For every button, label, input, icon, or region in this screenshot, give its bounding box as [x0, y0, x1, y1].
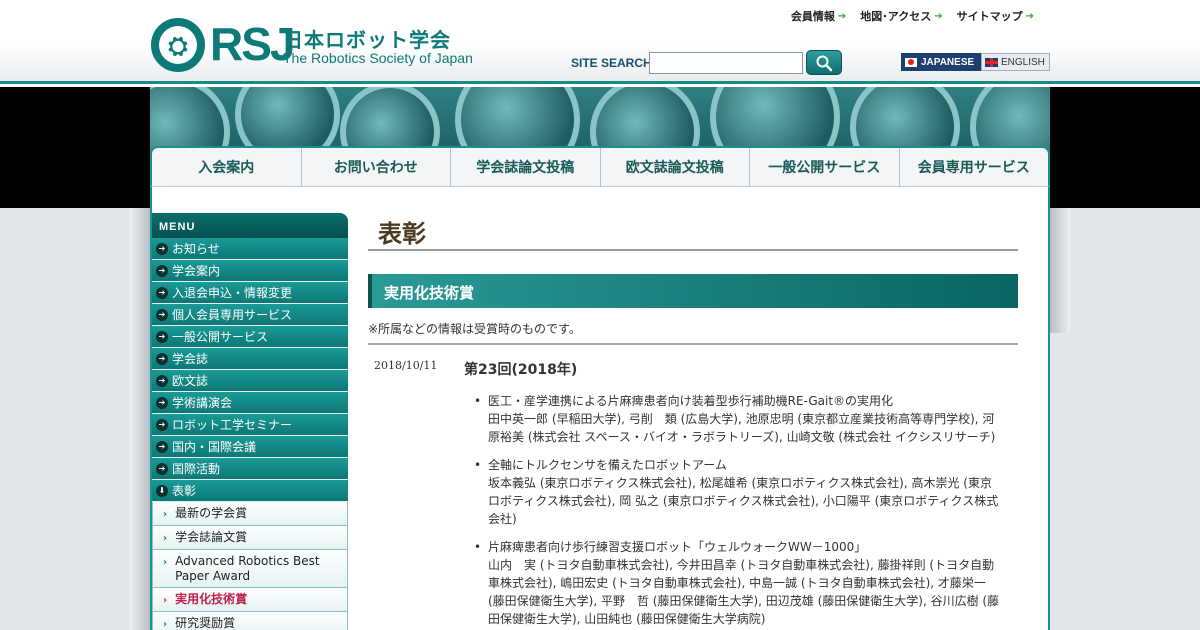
arrow-right-icon: ➔ — [837, 10, 847, 22]
search-input[interactable] — [649, 52, 803, 74]
award-list: 医工・産学連携による片麻痺患者向け装着型歩行補助機RE-Gait®の実用化 田中… — [474, 392, 1000, 630]
arrow-right-icon: ➔ — [156, 330, 168, 343]
right-shadow — [1050, 208, 1070, 333]
sidebar-item-english-journal[interactable]: ➔ 欧文誌 — [152, 370, 348, 392]
arrow-right-icon: ➔ — [156, 242, 168, 255]
top-link-member-info[interactable]: 会員情報 ➔ — [791, 8, 846, 24]
arrow-right-icon: ➔ — [156, 396, 168, 409]
logo-japanese-name[interactable]: 日本ロボット学会 — [283, 24, 451, 53]
sidebar-item-conference[interactable]: ➔ 学術講演会 — [152, 392, 348, 414]
arrow-right-icon: ➔ — [1025, 10, 1034, 22]
sidebar-subitem-latest-awards[interactable]: › 最新の学会賞 — [152, 502, 348, 526]
sidebar-item-news[interactable]: ➔ お知らせ — [152, 238, 348, 260]
sidebar-subitem-ar-best-paper[interactable]: › Advanced Robotics Best Paper Award — [152, 550, 348, 588]
title-divider — [368, 249, 1018, 251]
section-title: 実用化技術賞 — [368, 274, 1018, 308]
page-title: 表彰 — [378, 219, 426, 248]
arrow-right-icon: ➔ — [156, 308, 168, 321]
nav-english-journal-submission[interactable]: 欧文誌論文投稿 — [601, 148, 750, 186]
search-icon — [816, 55, 833, 71]
sidebar-subitem-research-encouragement-award[interactable]: › 研究奨励賞 — [152, 612, 348, 630]
menu-header: MENU — [152, 213, 348, 238]
top-link-map-access[interactable]: 地図･アクセス ➔ — [860, 8, 942, 24]
award-title: 全軸にトルクセンサを備えたロボットアーム — [488, 458, 727, 472]
note-divider — [368, 343, 1018, 345]
top-link-sitemap[interactable]: サイトマップ ➔ — [957, 8, 1034, 24]
rsj-logo-seal[interactable]: ⛭ — [151, 18, 205, 72]
arrow-right-icon: ➔ — [156, 264, 168, 277]
sidebar-item-public-services[interactable]: ➔ 一般公開サービス — [152, 326, 348, 348]
site-header: ⛭ RSJ 日本ロボット学会 The Robotics Society of J… — [0, 0, 1200, 84]
award-authors: 田中英一郎 (早稲田大学), 弓削 類 (広島大学), 池原忠明 (東京都立産業… — [488, 412, 996, 444]
arrow-right-icon: ➔ — [156, 352, 168, 365]
nav-member-services[interactable]: 会員専用サービス — [900, 148, 1049, 186]
logo-abbreviation[interactable]: RSJ — [210, 20, 295, 68]
main-nav: 入会案内 お問い合わせ 学会誌論文投稿 欧文誌論文投稿 一般公開サービス 会員専… — [150, 146, 1050, 187]
sidebar-item-seminar[interactable]: ➔ ロボット工学セミナー — [152, 414, 348, 436]
list-item: 医工・産学連携による片麻痺患者向け装着型歩行補助機RE-Gait®の実用化 田中… — [474, 392, 1000, 446]
entry-title: 第23回(2018年) — [464, 362, 578, 378]
nav-contact[interactable]: お問い合わせ — [302, 148, 451, 186]
info-note: ※所属などの情報は受賞時のものです。 — [368, 322, 581, 336]
nav-public-services[interactable]: 一般公開サービス — [750, 148, 900, 186]
list-item: 片麻痺患者向け歩行練習支援ロボット「ウェルウォークWW－1000」 山内 実 (… — [474, 538, 1000, 628]
chevron-right-icon: › — [163, 509, 168, 520]
chevron-right-icon: › — [163, 619, 168, 630]
sidebar-item-individual-member-services[interactable]: ➔ 個人会員専用サービス — [152, 304, 348, 326]
chevron-right-icon: › — [163, 557, 168, 568]
chevron-right-icon: › — [163, 533, 168, 544]
arrow-right-icon: ➔ — [156, 286, 168, 299]
chevron-right-icon: › — [163, 595, 168, 606]
japan-flag-icon — [905, 57, 917, 67]
sidebar-item-international[interactable]: ➔ 国際活動 — [152, 458, 348, 480]
sidebar-menu: MENU ➔ お知らせ ➔ 学会案内 ➔ 入退会申込・情報変更 ➔ 個人会員専用サービス… — [152, 213, 348, 630]
language-english-button[interactable]: ENGLISH — [981, 53, 1050, 71]
award-title: 医工・産学連携による片麻痺患者向け装着型歩行補助機RE-Gait®の実用化 — [488, 394, 894, 408]
sidebar-item-awards[interactable]: ⬇ 表彰 — [152, 480, 348, 502]
left-shadow — [130, 208, 150, 630]
sidebar-item-about[interactable]: ➔ 学会案内 — [152, 260, 348, 282]
arrow-down-icon: ⬇ — [156, 484, 168, 497]
logo-english-name[interactable]: The Robotics Society of Japan — [283, 50, 473, 66]
sidebar-item-journal[interactable]: ➔ 学会誌 — [152, 348, 348, 370]
nav-membership[interactable]: 入会案内 — [152, 148, 302, 186]
nav-journal-submission[interactable]: 学会誌論文投稿 — [451, 148, 601, 186]
arrow-right-icon: ➔ — [156, 440, 168, 453]
award-title: 片麻痺患者向け歩行練習支援ロボット「ウェルウォークWW－1000」 — [488, 540, 867, 554]
award-authors: 坂本義弘 (東京ロボティクス株式会社), 松尾雄希 (東京ロボティクス株式会社)… — [488, 476, 999, 526]
sidebar-item-membership-application[interactable]: ➔ 入退会申込・情報変更 — [152, 282, 348, 304]
arrow-right-icon: ➔ — [156, 374, 168, 387]
arrow-right-icon: ➔ — [156, 462, 168, 475]
entry-date: 2018/10/11 — [374, 359, 438, 372]
sidebar-item-meetings[interactable]: ➔ 国内・国際会議 — [152, 436, 348, 458]
award-authors: 山内 実 (トヨタ自動車株式会社), 今井田昌幸 (トヨタ自動車株式会社), 藤… — [488, 558, 1000, 626]
arrow-right-icon: ➔ — [156, 418, 168, 431]
arrow-right-icon: ➔ — [934, 10, 943, 22]
top-links: 会員情報 ➔ 地図･アクセス ➔ サイトマップ ➔ — [791, 8, 1034, 24]
robot-glyph-icon: ⛭ — [159, 26, 197, 64]
list-item: 全軸にトルクセンサを備えたロボットアーム 坂本義弘 (東京ロボティクス株式会社)… — [474, 456, 1000, 528]
sidebar-subitem-practical-technology-award[interactable]: › 実用化技術賞 — [152, 588, 348, 612]
search-label: SITE SEARCH — [571, 56, 652, 70]
language-japanese-button[interactable]: JAPANESE — [901, 53, 981, 71]
sidebar-subitem-journal-paper-award[interactable]: › 学会誌論文賞 — [152, 526, 348, 550]
search-button[interactable] — [806, 50, 842, 75]
uk-flag-icon — [985, 57, 998, 67]
